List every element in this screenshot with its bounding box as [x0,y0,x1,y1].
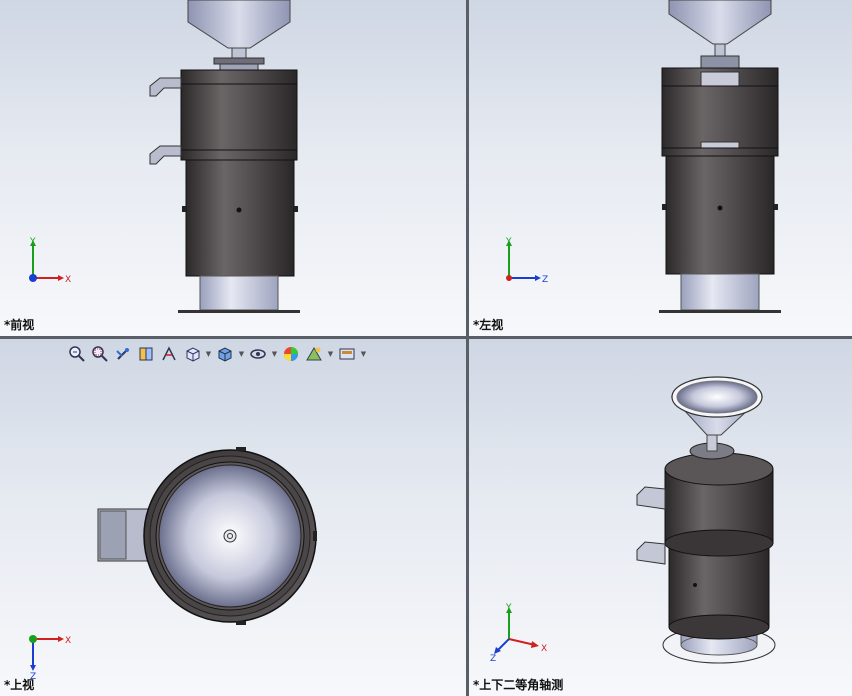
coordinate-triad: Y X Z [490,603,547,663]
svg-text:X: X [65,275,71,285]
svg-text:Z: Z [542,275,548,285]
svg-text:X: X [541,644,547,654]
isometric-viewport[interactable]: Y X Z *上下二等角轴测 [469,339,852,696]
view-label-front: *前视 [4,318,35,332]
svg-text:Y: Y [29,237,36,247]
svg-text:Z: Z [490,654,496,663]
top-viewport[interactable]: ▼ ▼ ▼ ▼ ▼ Z X *上视 [0,339,466,696]
view-label-isometric: *上下二等角轴测 [473,678,564,692]
view-label-left: *左视 [473,318,504,332]
svg-text:Y: Y [505,237,512,247]
view-label-top: *上视 [4,678,35,692]
svg-text:X: X [65,636,71,646]
coordinate-triad: Z X [29,635,71,681]
coordinate-triad: Y X [29,237,71,285]
left-viewport[interactable]: Y Z *左视 [469,0,852,336]
svg-text:Y: Y [505,603,512,613]
front-viewport[interactable]: Y X *前视 [0,0,466,336]
coordinate-triad: Y Z [505,237,548,285]
